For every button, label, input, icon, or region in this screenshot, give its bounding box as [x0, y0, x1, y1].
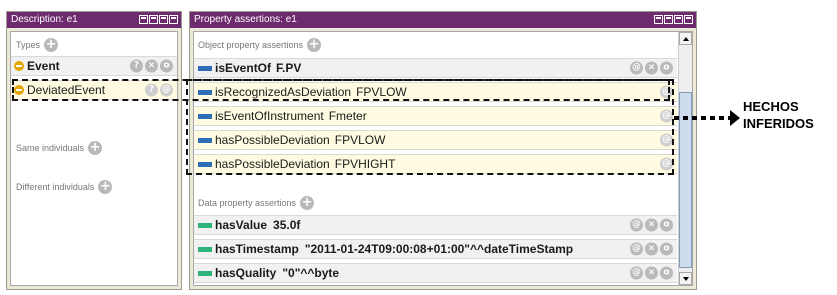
object-property-section: Object property assertions +	[198, 38, 322, 52]
description-panel-body: Types + Event ? × o DeviatedEvent ? @ Sa…	[10, 31, 178, 286]
add-different-individual-icon[interactable]: +	[98, 180, 113, 194]
edit-icon[interactable]: o	[660, 218, 673, 232]
object-property-icon	[198, 65, 212, 71]
inferred-facts-highlight-box	[186, 79, 674, 175]
description-panel-header: Description: e1	[7, 12, 181, 28]
minimize-icon[interactable]	[149, 15, 158, 24]
scroll-up-icon[interactable]	[679, 32, 692, 45]
property-name: hasValue	[215, 218, 268, 232]
window-controls	[654, 15, 693, 24]
row-actions: @ × o	[630, 218, 673, 232]
property-name: isEventOf	[215, 61, 272, 75]
types-section: Types +	[16, 38, 59, 52]
close-icon[interactable]	[169, 15, 178, 24]
data-assertion-row[interactable]: hasValue 35.0f @ × o	[194, 215, 677, 235]
data-assertion-row[interactable]: hasTimestamp "2011-01-24T09:00:08+01:00"…	[194, 239, 677, 259]
delete-icon[interactable]: ×	[645, 242, 658, 256]
explain-icon[interactable]: ?	[130, 59, 143, 73]
inferred-facts-label: HECHOS INFERIDOS	[743, 98, 814, 132]
inferred-facts-label-line2: INFERIDOS	[743, 116, 814, 131]
same-individuals-label: Same individuals	[16, 143, 85, 153]
edit-icon[interactable]: o	[660, 61, 673, 75]
property-panel-title: Property assertions: e1	[194, 14, 297, 25]
maximize-icon[interactable]	[159, 15, 168, 24]
minimize-icon[interactable]	[664, 15, 673, 24]
row-actions: ? × o	[130, 59, 173, 73]
edit-icon[interactable]: o	[660, 242, 673, 256]
data-property-icon	[198, 246, 212, 252]
same-individuals-section: Same individuals +	[16, 141, 103, 155]
different-individuals-section: Different individuals +	[16, 180, 113, 194]
add-object-property-icon[interactable]: +	[307, 38, 322, 52]
property-value: F.PV	[276, 61, 302, 75]
edit-icon[interactable]: o	[160, 59, 173, 73]
delete-icon[interactable]: ×	[645, 266, 658, 280]
different-individuals-label: Different individuals	[16, 182, 95, 192]
property-value: 35.0f	[273, 218, 301, 232]
data-property-section: Data property assertions +	[198, 196, 315, 210]
view-icon[interactable]	[139, 15, 148, 24]
delete-icon[interactable]: ×	[145, 59, 158, 73]
type-row-event[interactable]: Event ? × o	[11, 56, 177, 76]
object-property-label: Object property assertions	[198, 40, 304, 50]
class-icon	[14, 61, 24, 71]
edit-icon[interactable]: o	[660, 266, 673, 280]
property-name: hasQuality	[215, 266, 277, 280]
explain-icon[interactable]: @	[630, 61, 643, 75]
data-property-label: Data property assertions	[198, 198, 297, 208]
property-value: "0"^^byte	[282, 266, 340, 280]
explain-icon[interactable]: @	[630, 218, 643, 232]
property-value: "2011-01-24T09:00:08+01:00"^^dateTimeSta…	[304, 242, 574, 256]
delete-icon[interactable]: ×	[645, 218, 658, 232]
property-name: hasTimestamp	[215, 242, 299, 256]
description-panel-title: Description: e1	[11, 14, 78, 25]
row-actions: @ × o	[630, 61, 673, 75]
explain-icon[interactable]: @	[630, 242, 643, 256]
view-icon[interactable]	[654, 15, 663, 24]
type-name: Event	[27, 59, 60, 73]
inferred-facts-label-line1: HECHOS	[743, 99, 799, 114]
row-actions: @ × o	[630, 266, 673, 280]
types-label: Types	[16, 40, 41, 50]
delete-icon[interactable]: ×	[645, 61, 658, 75]
add-type-icon[interactable]: +	[44, 38, 59, 52]
object-assertion-row[interactable]: isEventOf F.PV @ × o	[194, 58, 677, 78]
annotation-arrow	[674, 110, 740, 126]
data-assertion-row[interactable]: hasQuality "0"^^byte @ × o	[194, 263, 677, 283]
maximize-icon[interactable]	[674, 15, 683, 24]
window-controls	[139, 15, 178, 24]
row-actions: @ × o	[630, 242, 673, 256]
add-data-property-icon[interactable]: +	[300, 196, 315, 210]
scroll-down-icon[interactable]	[679, 272, 692, 285]
vertical-scrollbar[interactable]	[678, 32, 692, 285]
explain-icon[interactable]: @	[630, 266, 643, 280]
description-panel: Description: e1 Types + Event ? × o Devi…	[6, 11, 182, 290]
data-property-icon	[198, 222, 212, 228]
data-property-icon	[198, 270, 212, 276]
close-icon[interactable]	[684, 15, 693, 24]
add-same-individual-icon[interactable]: +	[88, 141, 103, 155]
property-panel-header: Property assertions: e1	[190, 12, 696, 28]
